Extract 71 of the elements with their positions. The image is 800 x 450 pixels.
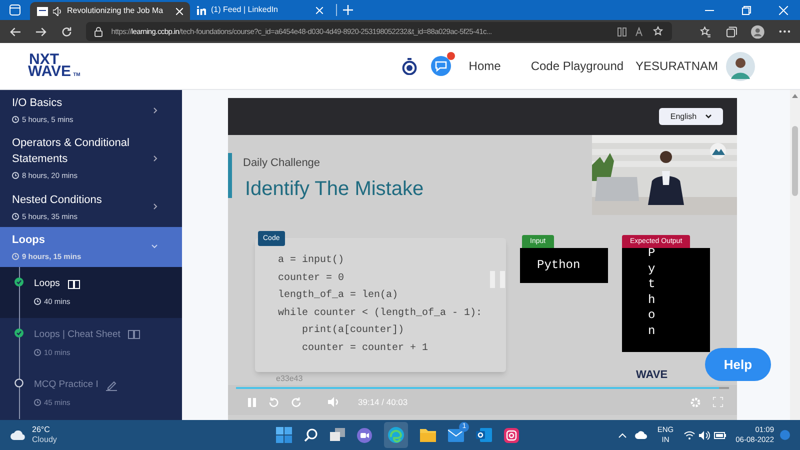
- tab-actions-icon[interactable]: [9, 4, 21, 16]
- favorites-icon[interactable]: [700, 26, 712, 38]
- pencil-icon: [106, 380, 118, 391]
- clock-icon: [34, 399, 41, 406]
- scroll-up-icon[interactable]: [792, 94, 798, 98]
- stopwatch-icon[interactable]: [402, 58, 417, 74]
- back-icon[interactable]: [10, 26, 22, 38]
- onedrive-icon[interactable]: [635, 431, 648, 439]
- edge-icon[interactable]: [388, 427, 404, 443]
- lock-icon: [94, 26, 104, 36]
- linkedin-icon: [197, 6, 206, 14]
- scrollbar-thumb[interactable]: [792, 126, 798, 196]
- restore-icon[interactable]: [742, 6, 751, 14]
- slide-subtitle: Daily Challenge: [243, 156, 320, 171]
- mail-icon[interactable]: [448, 428, 464, 442]
- read-aloud-icon[interactable]: [635, 26, 646, 36]
- pause-icon: [490, 271, 505, 288]
- collections-icon[interactable]: [726, 26, 738, 38]
- close-tab-icon[interactable]: [316, 6, 323, 14]
- chevron-down-icon: [704, 114, 712, 119]
- nav-link[interactable]: Code Playground: [530, 57, 624, 75]
- clock-icon: [12, 116, 19, 124]
- chevron-right-icon: [153, 203, 158, 210]
- chevron-down-icon: [151, 244, 158, 250]
- refresh-icon[interactable]: [60, 26, 72, 38]
- output-value: Python: [648, 246, 656, 340]
- new-tab-icon[interactable]: [343, 5, 353, 15]
- code-text: a = input() counter = 0 length_of_a = len(a) while counter < (length_of_a - 1): print(a[counter]) counter = counter + 1: [278, 254, 482, 356]
- clock-icon: [34, 348, 41, 356]
- more-icon[interactable]: [778, 30, 790, 33]
- slide-logo: WAVE: [636, 368, 668, 383]
- clock-icon: [12, 252, 19, 260]
- nav-link[interactable]: Home: [468, 57, 501, 75]
- input-value: Python: [537, 257, 580, 274]
- add-favorite-icon[interactable]: [653, 26, 664, 37]
- book-icon: [128, 330, 140, 340]
- profile-icon[interactable]: [751, 24, 765, 38]
- book-icon: [68, 280, 80, 289]
- cloud-icon: [10, 430, 26, 440]
- user-name[interactable]: YESURATNAM: [636, 57, 718, 75]
- language-dropdown[interactable]: English: [659, 108, 723, 125]
- folder-icon[interactable]: [420, 428, 436, 442]
- search-icon[interactable]: [304, 428, 318, 442]
- reader-view-icon[interactable]: [617, 26, 628, 36]
- forward-icon[interactable]: [35, 26, 47, 38]
- video-call-icon[interactable]: [357, 428, 372, 442]
- chevron-up-icon[interactable]: [618, 432, 628, 438]
- task-view-icon[interactable]: [330, 428, 346, 442]
- clock-icon: [12, 172, 19, 180]
- slide-title: Identify The Mistake: [245, 177, 424, 202]
- battery-icon[interactable]: [714, 432, 726, 438]
- instagram-icon[interactable]: [504, 428, 520, 442]
- windows-start-icon[interactable]: [276, 427, 292, 443]
- weather-text[interactable]: Cloudy: [32, 435, 57, 445]
- chat-icon[interactable]: [430, 56, 451, 76]
- close-icon[interactable]: [779, 6, 788, 14]
- chevron-right-icon: [153, 154, 158, 162]
- speaker-icon: [53, 6, 62, 16]
- speaker-icon[interactable]: [698, 430, 710, 440]
- watermark-text: e33e43: [276, 373, 303, 385]
- browser-tab[interactable]: Revolutionizing the Job Ma: [30, 2, 190, 20]
- avatar-icon[interactable]: [726, 52, 755, 80]
- wifi-icon[interactable]: [684, 430, 695, 440]
- chevron-right-icon: [153, 106, 158, 114]
- temperature[interactable]: 26°C: [32, 425, 57, 435]
- outlook-icon[interactable]: [476, 428, 492, 442]
- clock-icon: [12, 212, 19, 220]
- close-tab-icon[interactable]: [176, 8, 183, 14]
- browser-tab[interactable]: (1) Feed | LinkedIn: [190, 0, 330, 20]
- clock-icon: [34, 298, 41, 306]
- site-icon: [37, 6, 48, 16]
